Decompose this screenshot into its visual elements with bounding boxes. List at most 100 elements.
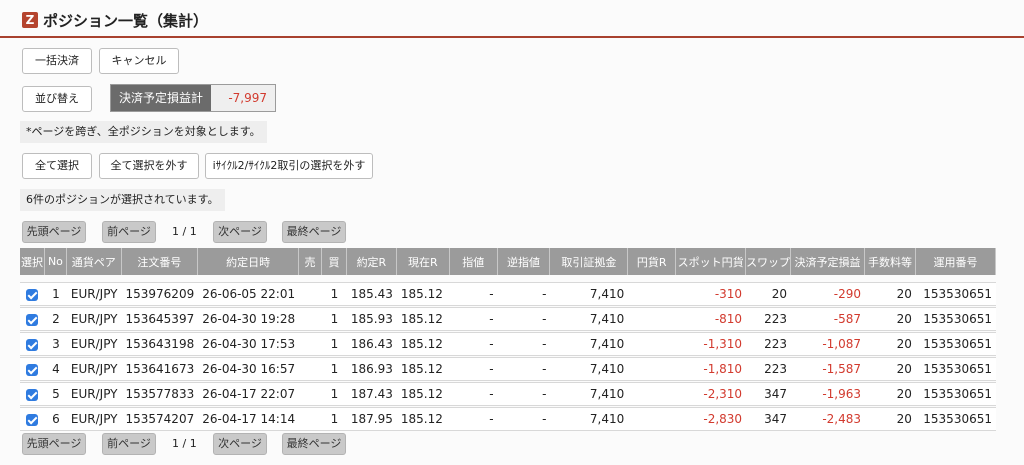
next-page-button[interactable]: 次ページ	[213, 221, 267, 243]
cell-pair: EUR/JPY	[66, 332, 122, 356]
cancel-button[interactable]: キャンセル	[99, 48, 179, 74]
col-header-no[interactable]: No	[44, 248, 67, 275]
col-header-swap[interactable]: スワップ	[746, 248, 792, 275]
cell-limit: -	[449, 332, 498, 356]
cell-order: 153577833	[121, 382, 199, 406]
cell-op-no: 153530651	[915, 382, 996, 406]
col-header-limit[interactable]: 指値	[449, 248, 498, 275]
cell-op-no: 153530651	[915, 357, 996, 381]
cell-order: 153645397	[121, 307, 199, 331]
cell-buy: 1	[321, 357, 347, 381]
cell-swap: 223	[746, 332, 792, 356]
first-page-button[interactable]: 先頭ページ	[22, 221, 86, 243]
last-page-button[interactable]: 最終ページ	[282, 221, 346, 243]
table-row[interactable]: 2 EUR/JPY 153645397 26-04-30 19:28 1 185.93 18…	[20, 307, 996, 331]
cell-datetime: 26-04-17 14:14	[198, 407, 300, 431]
sort-button[interactable]: 並び替え	[22, 86, 92, 112]
table-row[interactable]: 1 EUR/JPY 153976209 26-06-05 22:01 1 185.43 18…	[20, 282, 996, 306]
col-header-op-no[interactable]: 運用番号	[915, 248, 996, 275]
cell-no: 6	[44, 407, 67, 431]
cell-datetime: 26-04-30 17:53	[198, 332, 300, 356]
col-header-pair[interactable]: 通貨ペア	[66, 248, 122, 275]
table-row[interactable]: 5 EUR/JPY 153577833 26-04-17 22:07 1 187.43 18…	[20, 382, 996, 406]
cell-yen-rate	[628, 407, 677, 431]
cell-margin: 7,410	[550, 307, 629, 331]
brand-logo: Z	[22, 12, 38, 28]
cell-rate: 187.43	[346, 382, 397, 406]
cell-op-no: 153530651	[915, 332, 996, 356]
cell-buy: 1	[321, 332, 347, 356]
cell-stop: -	[497, 282, 551, 306]
cell-current: 185.12	[396, 282, 450, 306]
cell-pl: -1,087	[791, 332, 865, 356]
cell-spot: -2,830	[676, 407, 747, 431]
cell-no: 4	[44, 357, 67, 381]
row-checkbox[interactable]	[26, 413, 39, 426]
cell-pair: EUR/JPY	[66, 382, 122, 406]
deselect-all-button[interactable]: 全て選択を外す	[99, 153, 199, 179]
col-header-select[interactable]: 選択	[20, 248, 45, 275]
cell-yen-rate	[628, 332, 677, 356]
deselect-cycle-button[interactable]: iｻｲｸﾙ2/ｻｲｸﾙ2取引の選択を外す	[205, 153, 373, 179]
col-header-rate[interactable]: 約定R	[346, 248, 397, 275]
cell-limit: -	[449, 407, 498, 431]
cell-swap: 223	[746, 307, 792, 331]
prev-page-button-bottom[interactable]: 前ページ	[102, 433, 156, 455]
col-header-yen-rate[interactable]: 円貨R	[628, 248, 677, 275]
col-header-spot[interactable]: スポット円貨	[676, 248, 747, 275]
row-checkbox[interactable]	[26, 338, 39, 351]
cell-rate: 186.43	[346, 332, 397, 356]
cell-yen-rate	[628, 307, 677, 331]
positions-table: 選択 No 通貨ペア 注文番号 約定日時 売 買 約定R 現在R 指値 逆指値 …	[20, 248, 996, 432]
cell-pl: -1,587	[791, 357, 865, 381]
cell-limit: -	[449, 382, 498, 406]
cell-sell	[299, 282, 322, 306]
table-row[interactable]: 6 EUR/JPY 153574207 26-04-17 14:14 1 187.95 18…	[20, 407, 996, 431]
cell-margin: 7,410	[550, 407, 629, 431]
cell-sell	[299, 307, 322, 331]
bulk-settle-button[interactable]: 一括決済	[22, 48, 92, 74]
cell-op-no: 153530651	[915, 407, 996, 431]
selected-count-note: 6件のポジションが選択されています。	[20, 189, 225, 211]
across-pages-note: *ページを跨ぎ、全ポジションを対象とします。	[20, 121, 267, 143]
col-header-datetime[interactable]: 約定日時	[198, 248, 300, 275]
table-row[interactable]: 4 EUR/JPY 153641673 26-04-30 16:57 1 186.93 18…	[20, 357, 996, 381]
select-all-button[interactable]: 全て選択	[22, 153, 92, 179]
row-checkbox[interactable]	[26, 313, 39, 326]
col-header-stop[interactable]: 逆指値	[497, 248, 551, 275]
col-header-pl[interactable]: 決済予定損益	[791, 248, 865, 275]
total-pl-value: -7,997	[228, 91, 267, 105]
col-header-margin[interactable]: 取引証拠金	[550, 248, 629, 275]
col-header-buy[interactable]: 買	[321, 248, 347, 275]
cell-fee: 20	[865, 382, 916, 406]
row-checkbox[interactable]	[26, 363, 39, 376]
first-page-button-bottom[interactable]: 先頭ページ	[22, 433, 86, 455]
cell-select	[20, 332, 45, 356]
next-page-button-bottom[interactable]: 次ページ	[213, 433, 267, 455]
last-page-button-bottom[interactable]: 最終ページ	[282, 433, 346, 455]
cell-rate: 186.93	[346, 357, 397, 381]
table-row[interactable]: 3 EUR/JPY 153643198 26-04-30 17:53 1 186.43 18…	[20, 332, 996, 356]
cell-order: 153574207	[121, 407, 199, 431]
col-header-current[interactable]: 現在R	[396, 248, 450, 275]
cell-fee: 20	[865, 282, 916, 306]
cell-fee: 20	[865, 307, 916, 331]
prev-page-button[interactable]: 前ページ	[102, 221, 156, 243]
cell-fee: 20	[865, 357, 916, 381]
cell-stop: -	[497, 357, 551, 381]
page-header: Z ポジション一覧（集計）	[0, 0, 1024, 38]
row-checkbox[interactable]	[26, 288, 39, 301]
cell-order: 153641673	[121, 357, 199, 381]
cell-no: 1	[44, 282, 67, 306]
cell-limit: -	[449, 357, 498, 381]
cell-no: 2	[44, 307, 67, 331]
cell-spot: -1,310	[676, 332, 747, 356]
cell-spot: -2,310	[676, 382, 747, 406]
cell-rate: 185.43	[346, 282, 397, 306]
cell-spot: -810	[676, 307, 747, 331]
row-checkbox[interactable]	[26, 388, 39, 401]
col-header-sell[interactable]: 売	[299, 248, 322, 275]
col-header-fee[interactable]: 手数料等	[865, 248, 916, 275]
col-header-order[interactable]: 注文番号	[121, 248, 199, 275]
cell-buy: 1	[321, 382, 347, 406]
